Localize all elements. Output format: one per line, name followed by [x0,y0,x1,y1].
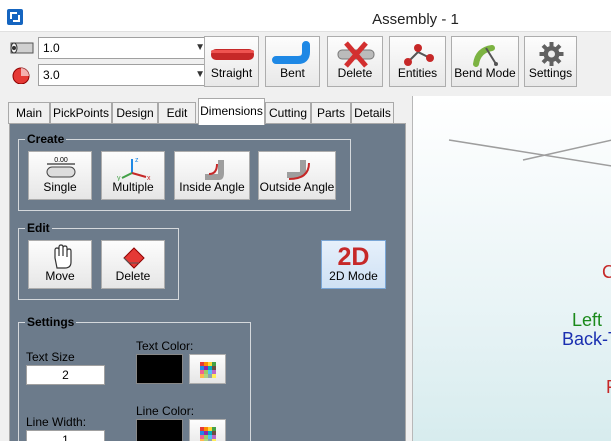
radius-value: 3.0 [43,68,60,82]
line-color-label: Line Color: [136,404,195,418]
single-dimension-button[interactable]: 0.00 Single [28,151,92,200]
single-dimension-icon-text: 0.00 [54,157,68,164]
gear-icon [539,42,564,66]
straight-tube-icon [211,49,254,60]
2d-mode-label: 2D Mode [329,269,378,283]
settings-group-title: Settings [25,315,77,329]
bend-mode-icon [473,45,498,67]
viewport-label-left: Left [572,310,603,330]
title-bar: Assembly - 1 [0,0,611,32]
straight-label: Straight [210,66,253,80]
diameter-value: 1.0 [43,41,60,55]
delete-label: Delete [337,66,373,80]
text-size-label: Text Size [26,350,75,364]
inside-angle-label: Inside Angle [179,180,245,194]
tab-parts[interactable]: Parts [311,102,351,124]
delete-tube-icon [337,41,375,68]
text-color-swatch[interactable] [136,354,183,384]
delete-dimension-label: Delete [115,269,151,283]
2d-mode-glyph: 2D [337,243,370,271]
diameter-select[interactable]: 1.0 ▼ [38,37,210,59]
delete-dimension-button[interactable]: Delete [101,240,165,289]
multiple-dimension-button[interactable]: z x y Multiple [101,151,165,200]
text-size-input[interactable]: 2 [26,365,105,385]
settings-group: Settings Text Size 2 Text Color: Line Wi… [18,315,251,441]
outside-angle-button[interactable]: Outside Angle [258,151,336,200]
create-group: Create 0.00 Single z x y Multiple Inside… [18,132,351,211]
bent-label: Bent [280,66,305,80]
axes-icon: z x y [117,157,151,181]
move-label: Move [45,269,75,283]
window-title: Assembly - 1 [372,11,459,28]
delete-button[interactable]: Delete [327,36,383,87]
outside-angle-label: Outside Angle [259,180,335,194]
entities-label: Entities [397,66,438,80]
line-width-input[interactable]: 1 [26,430,105,441]
radius-select[interactable]: 3.0 ▼ [38,64,210,86]
svg-text:z: z [135,157,139,164]
line-color-swatch[interactable] [136,419,183,441]
bent-button[interactable]: Bent [265,36,320,87]
create-group-title: Create [25,132,67,146]
inside-angle-icon [205,160,224,180]
toolbar: 1.0 ▼ 3.0 ▼ Straight Bent Delete Entitie… [0,32,611,89]
2d-mode-button[interactable]: 2D 2D Mode [321,240,386,289]
radius-row: 3.0 ▼ [9,64,210,86]
palette-icon [200,427,216,441]
3d-viewport[interactable]: C Left Back-T F [412,96,611,441]
bend-mode-label: Bend Mode [454,66,516,80]
tab-pickpoints[interactable]: PickPoints [50,102,112,124]
settings-label: Settings [528,66,573,80]
text-color-picker-button[interactable] [189,354,226,384]
line-color-picker-button[interactable] [189,419,226,441]
outside-angle-icon [287,160,310,180]
viewport-label-c: C [602,262,611,283]
single-label: Single [43,180,77,194]
tab-dimensions[interactable]: Dimensions [198,98,265,125]
bent-tube-icon [272,41,310,64]
bend-radius-icon [12,67,30,84]
entities-button[interactable]: Entities [389,36,446,87]
straight-button[interactable]: Straight [204,36,259,87]
tab-design[interactable]: Design [112,102,158,124]
tube-diameter-icon [10,42,34,54]
viewport-geometry [448,139,611,167]
tab-cutting[interactable]: Cutting [265,102,311,124]
diameter-row: 1.0 ▼ [9,37,210,59]
palette-icon [200,362,216,378]
edit-group-title: Edit [25,221,52,235]
move-button[interactable]: Move [28,240,92,289]
dimensions-panel: Create 0.00 Single z x y Multiple Inside… [9,123,406,441]
edit-group: Edit Move Delete [18,221,179,300]
viewport-label-f: F [606,377,611,398]
entities-icon [404,44,434,66]
tab-edit[interactable]: Edit [158,102,196,124]
multiple-label: Multiple [112,180,154,194]
viewport-label-back: Back-T [562,329,611,349]
hand-icon [54,244,72,269]
single-dimension-icon: 0.00 [46,157,76,178]
eraser-icon [123,247,145,269]
tab-main[interactable]: Main [8,102,50,124]
settings-button[interactable]: Settings [524,36,577,87]
text-color-label: Text Color: [136,339,194,353]
bend-mode-button[interactable]: Bend Mode [451,36,519,87]
inside-angle-button[interactable]: Inside Angle [174,151,250,200]
line-width-label: Line Width: [26,415,87,429]
tab-details[interactable]: Details [351,102,394,124]
